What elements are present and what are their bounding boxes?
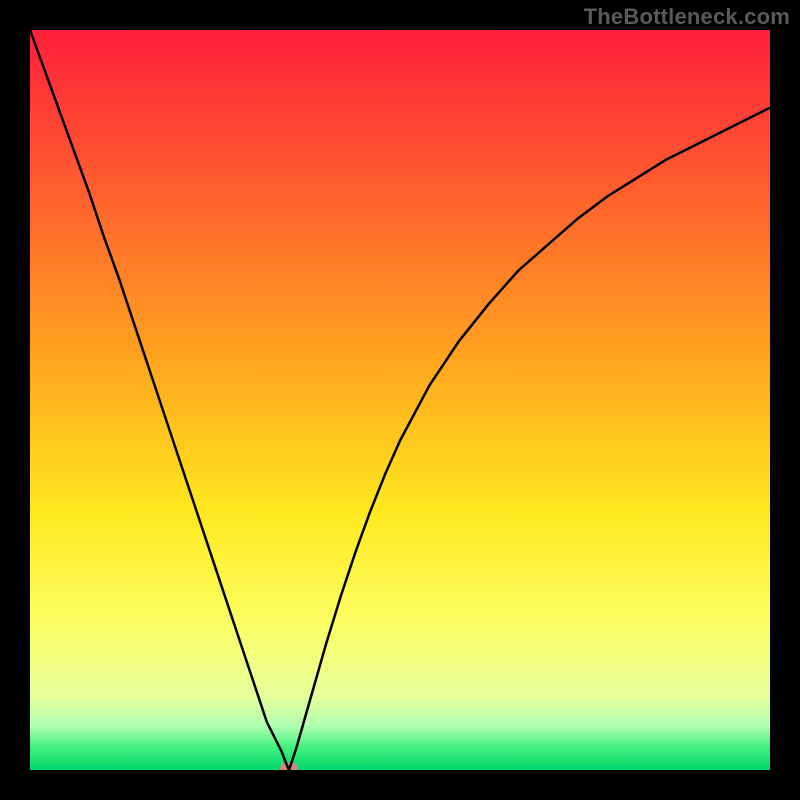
bottleneck-chart (30, 30, 770, 770)
watermark-text: TheBottleneck.com (584, 4, 790, 30)
gradient-background (30, 30, 770, 770)
chart-frame: TheBottleneck.com (0, 0, 800, 800)
